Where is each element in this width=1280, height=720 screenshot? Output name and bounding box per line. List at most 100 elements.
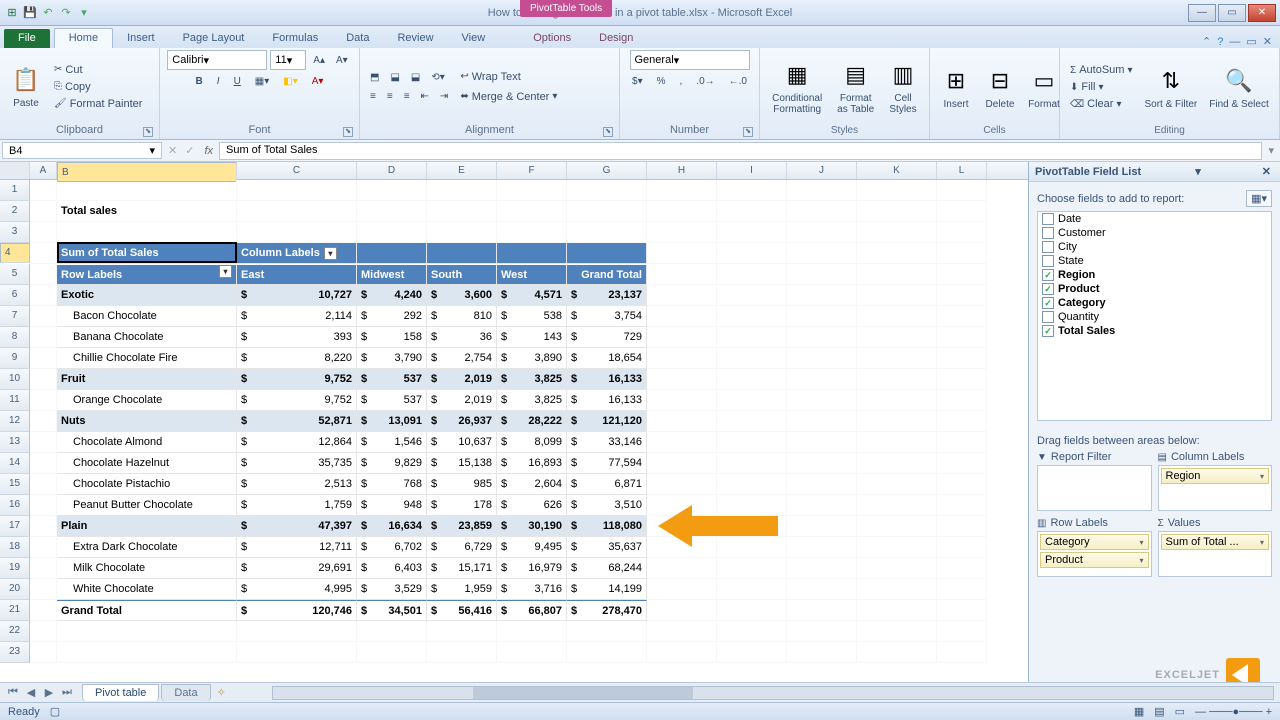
wrap-text-button[interactable]: ↩ Wrap Text	[456, 69, 561, 85]
col-header-f[interactable]: F	[497, 162, 567, 179]
sort-filter-button[interactable]: ⇅Sort & Filter	[1140, 63, 1201, 112]
percent-format-icon[interactable]: %	[653, 74, 670, 89]
macro-record-icon[interactable]: ▢	[50, 705, 60, 718]
tab-nav-last-icon[interactable]: ⏭	[58, 686, 76, 699]
col-header-d[interactable]: D	[357, 162, 427, 179]
maximize-button[interactable]: ▭	[1218, 4, 1246, 22]
field-list-close-icon[interactable]: ✕	[1259, 165, 1274, 178]
fill-color-button[interactable]: ◧▾	[279, 74, 301, 89]
field-list-options-icon[interactable]: ▾	[1195, 165, 1201, 178]
col-header-a[interactable]: A	[30, 162, 57, 179]
align-left-icon[interactable]: ≡	[366, 89, 380, 104]
tab-nav-prev-icon[interactable]: ◀	[22, 686, 40, 699]
col-header-b[interactable]: B	[57, 162, 237, 182]
tab-page-layout[interactable]: Page Layout	[169, 29, 259, 48]
number-format-select[interactable]: General ▾	[630, 50, 750, 70]
close-button[interactable]: ✕	[1248, 4, 1276, 22]
cell-styles-button[interactable]: ▥Cell Styles	[883, 57, 923, 117]
decrease-decimal-icon[interactable]: ←.0	[725, 74, 751, 89]
field-list-layout-icon[interactable]: ▦▾	[1246, 190, 1272, 207]
comma-format-icon[interactable]: ,	[676, 74, 687, 89]
border-button[interactable]: ▦▾	[251, 74, 273, 89]
clipboard-dialog-icon[interactable]: ⬊	[143, 127, 153, 137]
format-painter-button[interactable]: 🖌 Format Painter	[50, 96, 146, 112]
font-dialog-icon[interactable]: ⬊	[343, 127, 353, 137]
field-city[interactable]: City	[1038, 240, 1271, 254]
col-header-l[interactable]: L	[937, 162, 987, 179]
col-header-g[interactable]: G	[567, 162, 647, 179]
align-top-icon[interactable]: ⬒	[366, 70, 383, 85]
view-pagebreak-icon[interactable]: ▭	[1175, 705, 1185, 718]
underline-button[interactable]: U	[230, 74, 245, 89]
font-color-button[interactable]: A▾	[308, 74, 328, 89]
paste-button[interactable]: 📋Paste	[6, 62, 46, 111]
col-header-k[interactable]: K	[857, 162, 937, 179]
align-center-icon[interactable]: ≡	[383, 89, 397, 104]
fx-icon[interactable]: fx	[198, 145, 219, 157]
tab-nav-first-icon[interactable]: ⏮	[4, 686, 22, 699]
number-dialog-icon[interactable]: ⬊	[743, 127, 753, 137]
col-header-j[interactable]: J	[787, 162, 857, 179]
font-size-select[interactable]: 11 ▾	[270, 50, 306, 70]
workbook-restore-icon[interactable]: ▭	[1246, 35, 1256, 48]
bold-button[interactable]: B	[192, 74, 207, 89]
tab-formulas[interactable]: Formulas	[258, 29, 332, 48]
sheet-tab-pivot[interactable]: Pivot table	[82, 684, 159, 701]
tab-home[interactable]: Home	[54, 28, 113, 48]
tab-nav-next-icon[interactable]: ▶	[40, 686, 58, 699]
font-name-select[interactable]: Calibri ▾	[167, 50, 267, 70]
area-report-filter[interactable]: ▼ Report Filter	[1037, 451, 1152, 511]
conditional-formatting-button[interactable]: ▦Conditional Formatting	[766, 57, 828, 117]
tab-pivot-design[interactable]: Design	[585, 29, 647, 48]
orientation-icon[interactable]: ⟲▾	[427, 70, 448, 85]
minimize-button[interactable]: —	[1188, 4, 1216, 22]
col-header-h[interactable]: H	[647, 162, 717, 179]
new-sheet-icon[interactable]: ✧	[211, 686, 232, 699]
insert-cells-button[interactable]: ⊞Insert	[936, 63, 976, 112]
accounting-format-icon[interactable]: $▾	[628, 74, 647, 89]
col-header-i[interactable]: I	[717, 162, 787, 179]
format-cells-button[interactable]: ▭Format	[1024, 63, 1064, 112]
field-date[interactable]: Date	[1038, 212, 1271, 226]
decrease-indent-icon[interactable]: ⇤	[417, 89, 433, 104]
increase-indent-icon[interactable]: ⇥	[436, 89, 452, 104]
zoom-slider[interactable]: — ───●─── +	[1195, 706, 1272, 718]
redo-icon[interactable]: ↷	[58, 5, 74, 21]
field-category[interactable]: ✓Category	[1038, 296, 1271, 310]
grow-font-icon[interactable]: A▴	[309, 50, 329, 70]
field-state[interactable]: State	[1038, 254, 1271, 268]
tab-view[interactable]: View	[448, 29, 500, 48]
save-icon[interactable]: 💾	[22, 5, 38, 21]
qat-dropdown-icon[interactable]: ▾	[76, 5, 92, 21]
align-bottom-icon[interactable]: ⬓	[407, 70, 424, 85]
copy-button[interactable]: ⎘ Copy	[50, 79, 146, 95]
align-middle-icon[interactable]: ⬓	[386, 70, 403, 85]
shrink-font-icon[interactable]: A▾	[332, 50, 352, 70]
tab-data[interactable]: Data	[332, 29, 383, 48]
italic-button[interactable]: I	[213, 74, 224, 89]
area-item-sum[interactable]: Sum of Total ...▾	[1161, 534, 1270, 550]
field-quantity[interactable]: Quantity	[1038, 310, 1271, 324]
workbook-minimize-icon[interactable]: —	[1229, 36, 1240, 48]
worksheet-grid[interactable]: A B C D E F G H I J K L 12Total sales34S…	[0, 162, 1028, 682]
tab-review[interactable]: Review	[383, 29, 447, 48]
workbook-close-icon[interactable]: ✕	[1263, 35, 1272, 48]
tab-pivot-options[interactable]: Options	[519, 29, 585, 48]
view-layout-icon[interactable]: ▤	[1154, 705, 1164, 718]
name-box[interactable]: B4▾	[2, 142, 162, 159]
area-item-product[interactable]: Product▾	[1040, 552, 1149, 568]
alignment-dialog-icon[interactable]: ⬊	[603, 127, 613, 137]
find-select-button[interactable]: 🔍Find & Select	[1205, 63, 1272, 112]
minimize-ribbon-icon[interactable]: ⌃	[1202, 35, 1211, 48]
expand-formula-icon[interactable]: ▾	[1262, 144, 1280, 157]
cut-button[interactable]: ✂ Cut	[50, 62, 146, 78]
area-item-region[interactable]: Region▾	[1161, 468, 1270, 484]
align-right-icon[interactable]: ≡	[400, 89, 414, 104]
cancel-formula-icon[interactable]: ✕	[164, 144, 181, 157]
format-as-table-button[interactable]: ▤Format as Table	[832, 57, 879, 117]
undo-icon[interactable]: ↶	[40, 5, 56, 21]
field-region[interactable]: ✓Region	[1038, 268, 1271, 282]
col-header-c[interactable]: C	[237, 162, 357, 179]
field-total-sales[interactable]: ✓Total Sales	[1038, 324, 1271, 338]
col-header-e[interactable]: E	[427, 162, 497, 179]
